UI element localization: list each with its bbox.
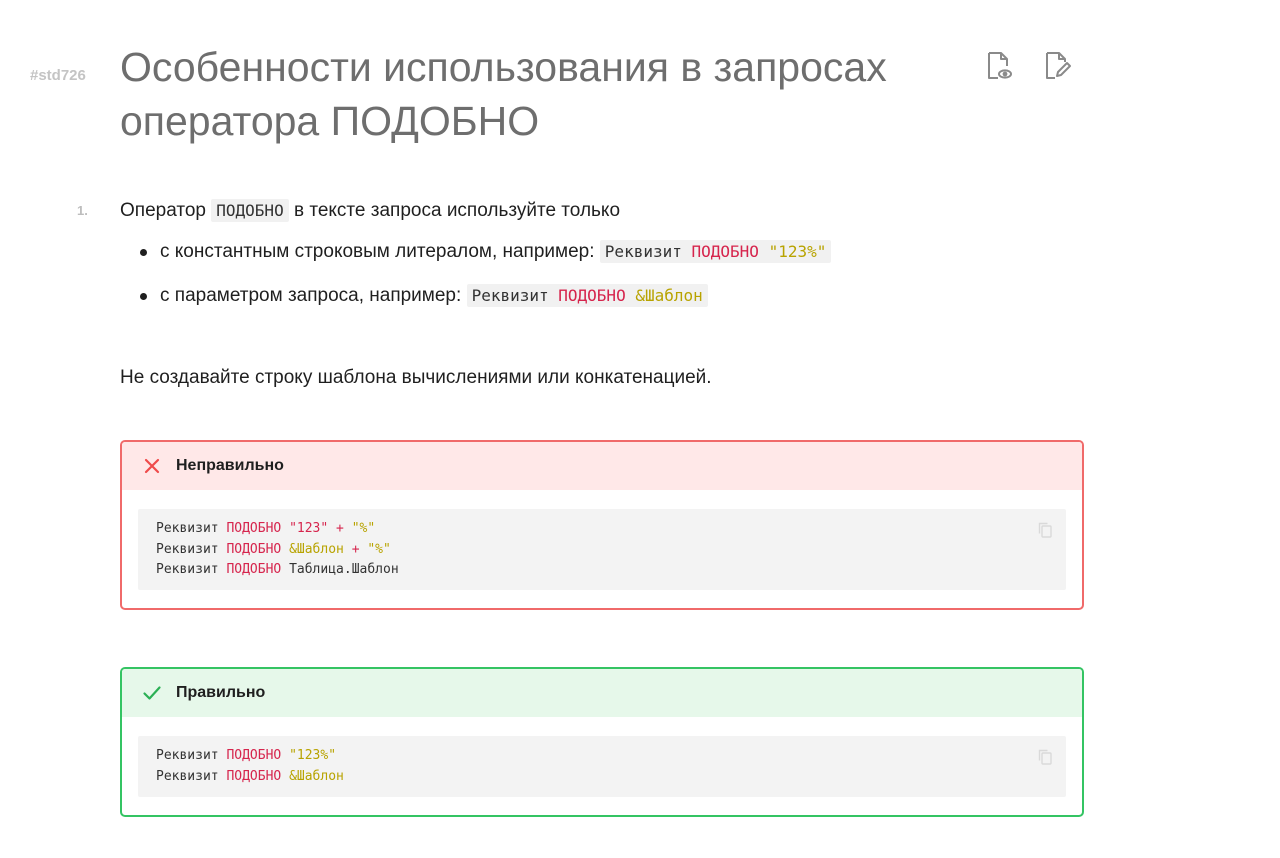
wrong-example-panel: Неправильно Реквизит ПОДОБНО "123" + "%"…: [120, 440, 1084, 610]
bullet-item-parameter: с параметром запроса, например: Реквизит…: [160, 283, 708, 309]
bullet-dot: [140, 293, 147, 300]
code-line: Реквизит ПОДОБНО &Шаблон: [156, 768, 344, 784]
code-line: Реквизит ПОДОБНО "123" + "%": [156, 521, 376, 536]
wrong-example-header: Неправильно: [122, 442, 1082, 490]
view-document-icon[interactable]: [984, 50, 1014, 82]
check-icon: [143, 686, 161, 700]
rule-intro: Оператор ПОДОБНО в тексте запроса исполь…: [120, 198, 620, 224]
rule-note: Не создавайте строку шаблона вычислениям…: [120, 367, 712, 388]
bullet-item-literal: с константным строковым литералом, напри…: [160, 239, 832, 265]
code-line: Реквизит ПОДОБНО Таблица.Шаблон: [156, 562, 399, 577]
right-code-block: Реквизит ПОДОБНО "123%" Реквизит ПОДОБНО…: [138, 736, 1066, 797]
inline-code: Реквизит ПОДОБНО &Шаблон: [466, 284, 708, 307]
bullet-dot: [140, 249, 147, 256]
intro-text-before: Оператор: [120, 200, 212, 221]
bullet-text: с константным строковым литералом, напри…: [160, 241, 600, 262]
page-title: Особенности использования в запросах опе…: [120, 44, 887, 144]
intro-text-after: в тексте запроса используйте только: [288, 200, 621, 221]
copy-icon[interactable]: [1036, 521, 1054, 539]
cross-icon: [144, 458, 160, 474]
right-example-panel: Правильно Реквизит ПОДОБНО "123%" Реквиз…: [120, 667, 1084, 817]
wrong-code-block: Реквизит ПОДОБНО "123" + "%" Реквизит ПО…: [138, 509, 1066, 590]
list-number: 1.: [77, 203, 88, 218]
copy-icon[interactable]: [1036, 748, 1054, 766]
wrong-example-label: Неправильно: [176, 457, 284, 474]
bullet-text: с параметром запроса, например:: [160, 285, 467, 306]
code-line: Реквизит ПОДОБНО &Шаблон + "%": [156, 541, 391, 557]
code-line: Реквизит ПОДОБНО "123%": [156, 748, 337, 763]
inline-code: Реквизит ПОДОБНО "123%": [599, 240, 832, 263]
standard-tag: #std726: [30, 67, 86, 84]
right-example-label: Правильно: [176, 684, 266, 701]
edit-document-icon[interactable]: [1042, 50, 1072, 82]
inline-keyword: ПОДОБНО: [211, 199, 289, 222]
right-example-header: Правильно: [122, 669, 1082, 717]
